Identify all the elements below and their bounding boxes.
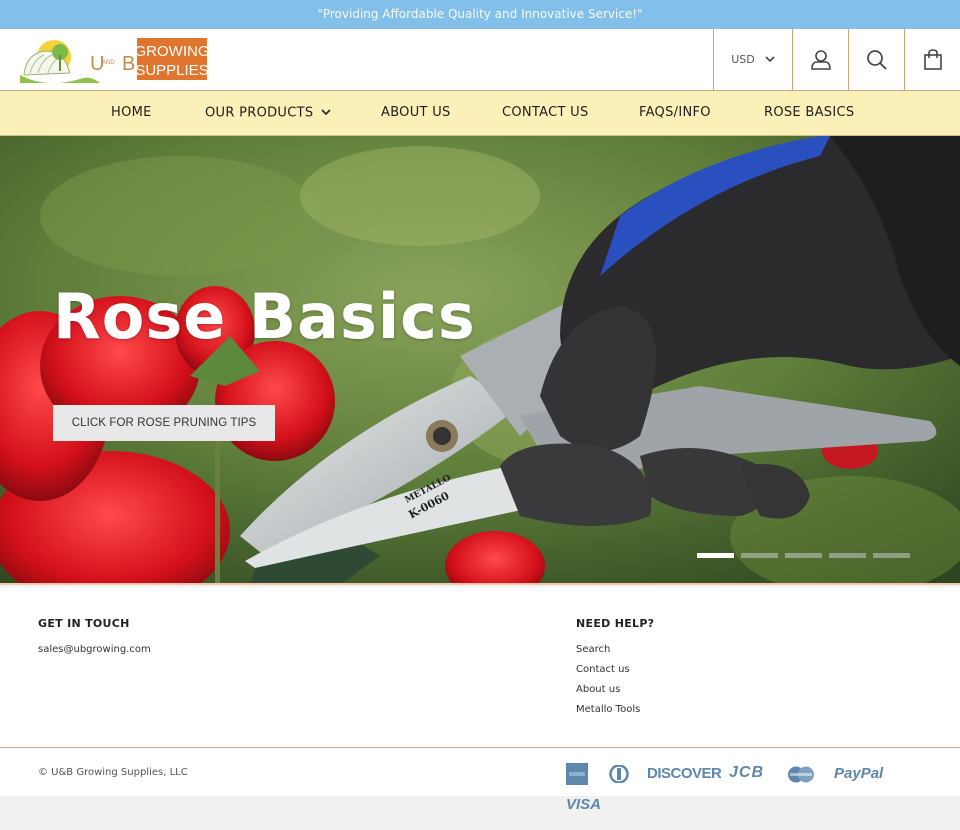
copyright-text: © U&B Growing Supplies, LLC [38, 767, 188, 778]
nav-item-contact-us[interactable]: CONTACT US [502, 91, 589, 136]
slide-dot-2[interactable] [741, 553, 778, 558]
nav-item-faqs-info[interactable]: FAQS/INFO [639, 91, 711, 136]
chevron-down-icon [765, 56, 775, 63]
nav-label: ABOUT US [381, 105, 451, 120]
need-help-heading: NEED HELP? [576, 617, 655, 630]
rose-pruning-tips-button[interactable]: CLICK FOR ROSE PRUNING TIPS [53, 405, 275, 441]
cart-icon [923, 48, 943, 71]
slide-dot-5[interactable] [873, 553, 910, 558]
hero-slideshow: METALLO K-0060 [0, 136, 960, 585]
svg-text:AND: AND [102, 60, 115, 66]
header-tools: USD [713, 29, 960, 90]
visa-icon: VISA [566, 796, 602, 813]
nav-label: FAQS/INFO [639, 105, 711, 120]
jcb-icon: JCB [729, 764, 765, 781]
footer-link-contact-us[interactable]: Contact us [576, 664, 630, 675]
search-icon [866, 49, 888, 71]
get-in-touch-heading: GET IN TOUCH [38, 617, 130, 630]
footer-link-metallo-tools[interactable]: Metallo Tools [576, 704, 640, 715]
site-logo[interactable]: U AND B GROWING SUPPLIES [16, 37, 210, 84]
nav-label: OUR PRODUCTS [205, 105, 314, 121]
nav-label: HOME [111, 105, 152, 120]
svg-text:B: B [122, 53, 135, 75]
nav-label: CONTACT US [502, 105, 589, 120]
nav-item-rose-basics[interactable]: ROSE BASICS [764, 91, 854, 136]
mastercard-icon [786, 766, 816, 783]
footer-bottom-bar: © U&B Growing Supplies, LLC [0, 748, 960, 796]
hero-title: Rose Basics [53, 280, 476, 353]
discover-icon: DISCOVER [647, 765, 722, 782]
user-icon [810, 49, 832, 71]
svg-text:GROWING: GROWING [135, 43, 209, 60]
cart-button[interactable] [904, 29, 960, 90]
svg-text:SUPPLIES: SUPPLIES [135, 62, 208, 79]
email-link[interactable]: sales@ubgrowing.com [38, 644, 151, 655]
slide-indicators [697, 553, 910, 558]
footer-link-about-us[interactable]: About us [576, 684, 620, 695]
nav-item-our-products[interactable]: OUR PRODUCTS [205, 91, 331, 136]
currency-selector[interactable]: USD [713, 29, 792, 90]
nav-item-about-us[interactable]: ABOUT US [381, 91, 451, 136]
site-footer: GET IN TOUCH sales@ubgrowing.com NEED HE… [0, 587, 960, 748]
logo-graphic: U AND B GROWING SUPPLIES [20, 38, 210, 84]
diners-club-icon [608, 765, 630, 783]
main-nav: HOME OUR PRODUCTS ABOUT US CONTACT US FA… [0, 91, 960, 136]
nav-item-home[interactable]: HOME [111, 91, 152, 136]
announcement-bar: "Providing Affordable Quality and Innova… [0, 0, 960, 29]
hero-image: METALLO K-0060 [0, 136, 960, 583]
nav-label: ROSE BASICS [764, 105, 855, 120]
paypal-icon: PayPal [834, 765, 884, 782]
account-button[interactable] [792, 29, 848, 90]
amex-icon [566, 763, 588, 785]
footer-link-search[interactable]: Search [576, 644, 610, 655]
slide-dot-3[interactable] [785, 553, 822, 558]
chevron-down-icon [321, 91, 331, 135]
site-header: U AND B GROWING SUPPLIES USD [0, 29, 960, 91]
slide-dot-1[interactable] [697, 553, 734, 558]
slide-dot-4[interactable] [829, 553, 866, 558]
currency-value: USD [731, 53, 755, 66]
search-button[interactable] [848, 29, 904, 90]
